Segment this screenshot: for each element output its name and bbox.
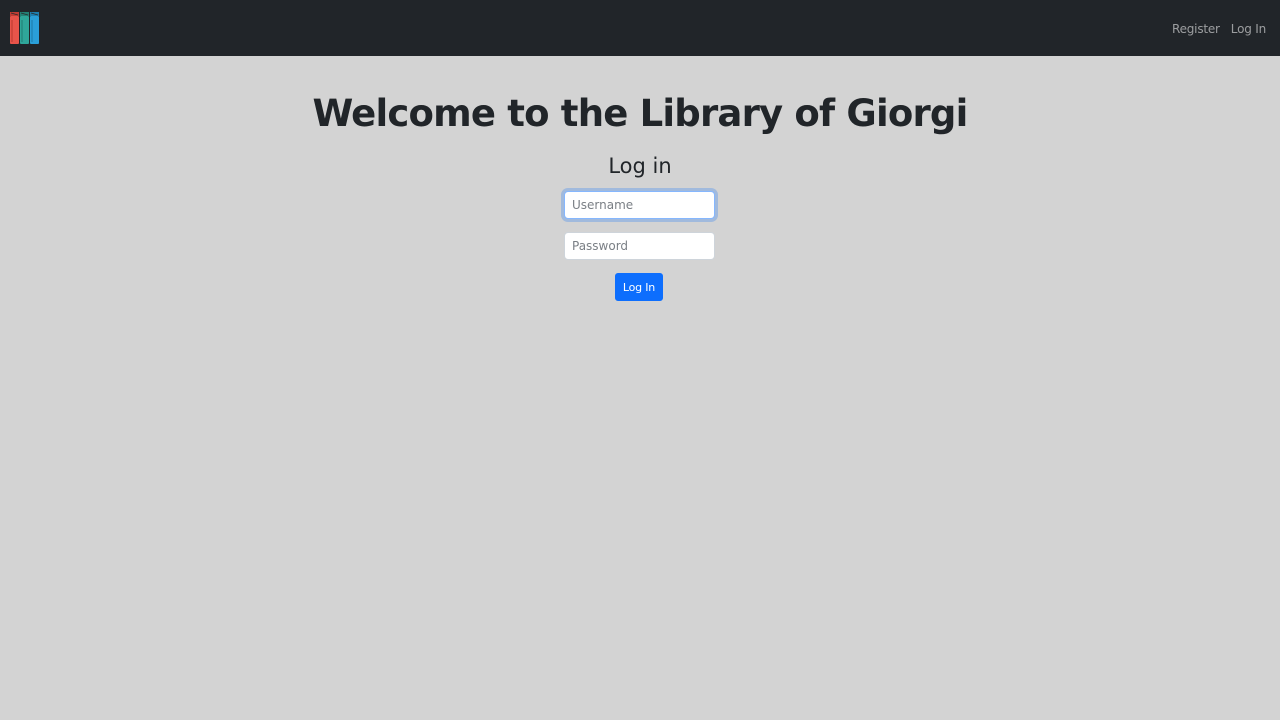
login-link[interactable]: Log In: [1231, 20, 1266, 38]
nav-links: Register Log In: [1172, 20, 1266, 38]
login-heading: Log in: [608, 154, 672, 178]
register-link[interactable]: Register: [1172, 20, 1220, 38]
page-title: Welcome to the Library of Giorgi: [312, 92, 968, 135]
login-button[interactable]: Log In: [615, 273, 663, 301]
books-logo-icon[interactable]: [9, 10, 41, 46]
username-input[interactable]: [564, 191, 715, 219]
password-input[interactable]: [564, 232, 715, 260]
top-navbar: Register Log In: [0, 0, 1280, 56]
